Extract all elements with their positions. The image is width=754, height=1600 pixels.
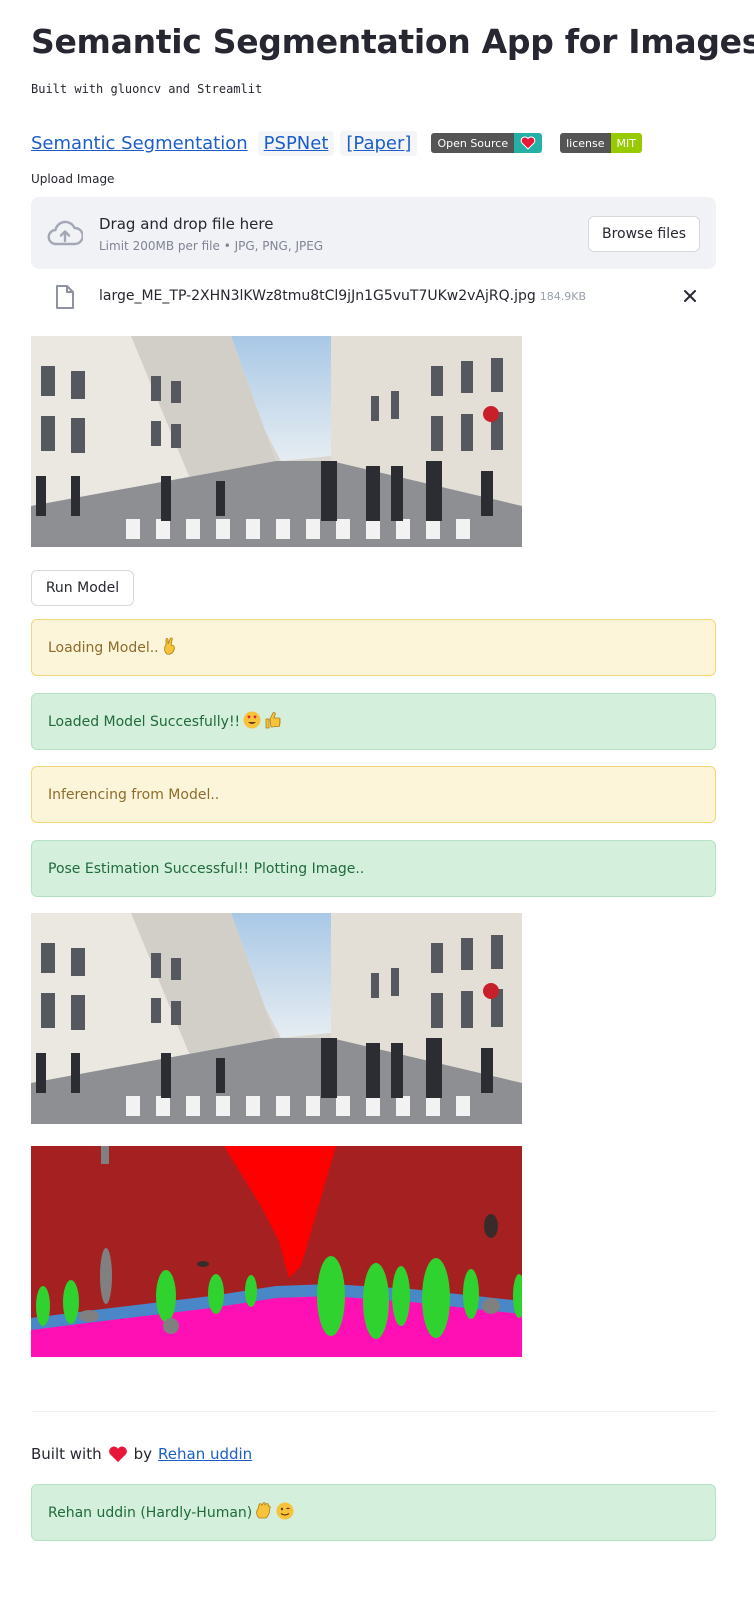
heart-icon bbox=[514, 133, 543, 153]
author-credit-alert: Rehan uddin (Hardly-Human) bbox=[31, 1484, 716, 1541]
inferencing-alert: Inferencing from Model.. bbox=[31, 766, 716, 823]
waving-hand-icon bbox=[255, 1501, 273, 1524]
output-image bbox=[31, 913, 522, 1124]
cloud-upload-icon bbox=[47, 220, 83, 246]
upload-label: Upload Image bbox=[31, 172, 115, 186]
footer-built-with: Built with bbox=[31, 1445, 102, 1463]
winking-face-icon bbox=[276, 1502, 294, 1524]
open-source-badge-label: Open Source bbox=[431, 133, 515, 153]
heart-eyes-icon bbox=[243, 711, 261, 733]
paper-link[interactable]: [Paper] bbox=[340, 130, 418, 156]
footer-by: by bbox=[133, 1445, 153, 1463]
license-badge[interactable]: license MIT bbox=[560, 133, 642, 153]
semantic-segmentation-link[interactable]: Semantic Segmentation bbox=[31, 131, 252, 156]
dropzone-instructions: Drag and drop file here bbox=[99, 215, 274, 233]
input-image bbox=[31, 336, 522, 547]
thumbs-up-icon bbox=[264, 711, 281, 733]
license-badge-value: MIT bbox=[610, 133, 642, 153]
page-subtitle: Built with gluoncv and Streamlit bbox=[31, 82, 263, 96]
file-dropzone[interactable]: Drag and drop file here Limit 200MB per … bbox=[31, 197, 716, 269]
link-badge-row: Semantic Segmentation PSPNet [Paper] Ope… bbox=[31, 128, 642, 158]
license-badge-label: license bbox=[560, 133, 611, 153]
run-model-button[interactable]: Run Model bbox=[31, 570, 134, 606]
alert-text: Pose Estimation Successful!! Plotting Im… bbox=[48, 860, 365, 877]
footer-attribution: Built with by Rehan uddin bbox=[31, 1445, 252, 1463]
file-name-text: large_ME_TP-2XHN3lKWz8tmu8tCl9jJn1G5vuT7… bbox=[99, 288, 536, 304]
alert-text: Loaded Model Succesfully!! bbox=[48, 713, 241, 730]
footer-divider bbox=[31, 1411, 716, 1412]
dropzone-limit: Limit 200MB per file • JPG, PNG, JPEG bbox=[99, 239, 324, 253]
heart-icon bbox=[108, 1446, 127, 1463]
pspnet-link[interactable]: PSPNet bbox=[257, 130, 335, 156]
file-icon bbox=[56, 285, 74, 309]
open-source-badge[interactable]: Open Source bbox=[431, 133, 543, 153]
uploaded-file-name: large_ME_TP-2XHN3lKWz8tmu8tCl9jJn1G5vuT7… bbox=[99, 288, 586, 304]
alert-text: Loading Model.. bbox=[48, 639, 159, 656]
uploaded-file-size: 184.9KB bbox=[539, 290, 587, 303]
model-loaded-alert: Loaded Model Succesfully!! bbox=[31, 693, 716, 750]
author-link[interactable]: Rehan uddin bbox=[158, 1445, 252, 1463]
fingers-crossed-icon bbox=[162, 637, 178, 659]
uploaded-file-row: large_ME_TP-2XHN3lKWz8tmu8tCl9jJn1G5vuT7… bbox=[31, 282, 716, 314]
browse-files-button[interactable]: Browse files bbox=[588, 216, 700, 252]
segmentation-mask-image bbox=[31, 1146, 522, 1357]
pose-estimation-alert: Pose Estimation Successful!! Plotting Im… bbox=[31, 840, 716, 897]
alert-text: Rehan uddin (Hardly-Human) bbox=[48, 1504, 253, 1521]
page-title: Semantic Segmentation App for Images bbox=[31, 22, 754, 61]
alert-text: Inferencing from Model.. bbox=[48, 786, 220, 803]
loading-model-alert: Loading Model.. bbox=[31, 619, 716, 676]
close-icon[interactable] bbox=[680, 286, 700, 306]
